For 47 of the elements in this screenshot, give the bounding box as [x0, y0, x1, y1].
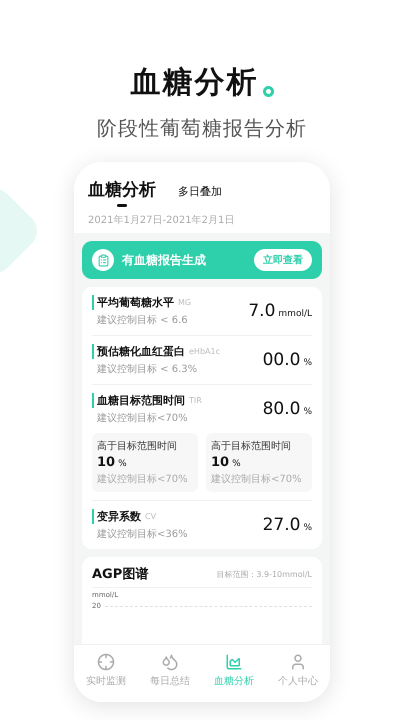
target-icon: [97, 653, 115, 671]
sub-label: 高于目标范围时间: [211, 440, 292, 453]
tab[interactable]: 多日叠加: [178, 184, 222, 207]
metric-tag: eHbA1c: [189, 347, 220, 356]
chart-icon: [225, 653, 243, 671]
circle-icon: [262, 86, 274, 97]
metric-value: 00.0: [262, 350, 300, 370]
date-range: 2021年1月27日-2021年2月1日: [88, 214, 236, 227]
sub-value: 10: [211, 455, 230, 470]
metric-value: 27.0: [262, 515, 300, 535]
banner-text: 有血糖报告生成: [122, 252, 207, 268]
nav-item[interactable]: 实时监测: [74, 653, 138, 688]
metric-hint: 建议控制目标 < 6.6: [96, 314, 189, 327]
metric-hint: 建议控制目标<36%: [96, 528, 188, 541]
nav-item[interactable]: 血糖分析: [202, 653, 266, 688]
sub-label: 高于目标范围时间: [97, 440, 178, 453]
metric-unit: mmol/L: [278, 309, 312, 319]
sub-hint: 建议控制目标<70%: [211, 472, 303, 486]
metric-title: 预估糖化血红蛋白: [97, 344, 185, 359]
view-button[interactable]: 立即查看: [254, 249, 312, 271]
sub-hint: 建议控制目标<70%: [97, 472, 189, 486]
metric-unit: %: [303, 407, 312, 417]
metric-unit: %: [303, 523, 312, 533]
agp-title: AGP图谱: [92, 566, 148, 583]
clipboard-icon: [92, 249, 114, 271]
tab[interactable]: 血糖分析: [88, 178, 156, 207]
headline-subtitle: 阶段性葡萄糖报告分析: [97, 115, 307, 142]
nav-item[interactable]: 每日总结: [138, 653, 202, 688]
nav-item[interactable]: 个人中心: [266, 653, 330, 688]
metric-title: 平均葡萄糖水平: [97, 295, 174, 310]
metric-tag: TIR: [189, 396, 202, 405]
metric-hint: 建议控制目标<70%: [96, 412, 189, 425]
metric-hint: 建议控制目标 < 6.3%: [96, 362, 198, 376]
sub-unit: %: [118, 459, 127, 469]
person-icon: [289, 653, 307, 671]
metric-value: 80.0: [262, 399, 300, 419]
metric-value: 7.0: [248, 301, 276, 321]
metric-title: 血糖目标范围时间: [97, 393, 185, 408]
metric-tag: CV: [145, 512, 156, 521]
metric-tag: MG: [178, 298, 192, 307]
sub-unit: %: [232, 459, 241, 469]
metric-unit: %: [303, 358, 312, 368]
drop-icon: [161, 653, 179, 671]
headline-title: 血糖分析: [130, 64, 258, 102]
sub-value: 10: [97, 455, 116, 470]
agp-range: 目标范围：3.9-10mmol/L: [216, 568, 312, 580]
metric-title: 变异系数: [97, 509, 141, 524]
